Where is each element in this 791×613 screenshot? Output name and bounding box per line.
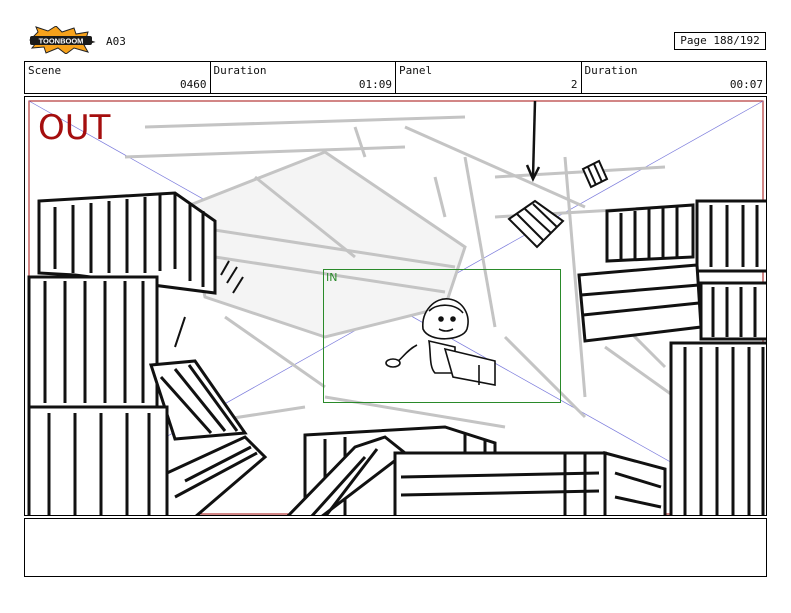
panel-value: 2 <box>570 78 578 91</box>
crate-stack-bottom <box>286 425 667 515</box>
panel-label: Panel <box>399 64 433 77</box>
out-frame-label: OUT <box>38 108 111 148</box>
scene-value: 0460 <box>180 78 207 91</box>
scene-cell: Scene 0460 <box>25 62 211 93</box>
in-frame: IN <box>323 269 561 403</box>
logo-burst-icon: TOONBOOM <box>29 25 96 55</box>
toonboom-logo: TOONBOOM <box>26 25 96 55</box>
scene-duration-value: 01:09 <box>358 78 392 91</box>
sheet-label: A03 <box>106 35 126 48</box>
panel-duration-label: Duration <box>584 64 638 77</box>
panel-duration-cell: Duration 00:07 <box>582 62 767 93</box>
scene-duration-cell: Duration 01:09 <box>211 62 396 93</box>
logo-text: TOONBOOM <box>39 37 84 46</box>
page-counter: Page 188/192 <box>674 32 766 50</box>
panel-duration-value: 00:07 <box>729 78 763 91</box>
scene-label: Scene <box>28 64 62 77</box>
falling-crate-small <box>581 159 609 189</box>
panel-info-row: Scene 0460 Duration 01:09 Panel 2 Durati… <box>24 61 767 94</box>
falling-crate <box>507 199 565 249</box>
in-frame-label: IN <box>326 271 338 284</box>
scene-duration-label: Duration <box>213 64 267 77</box>
storyboard-panel[interactable]: OUT IN <box>24 96 767 516</box>
panel-cell: Panel 2 <box>396 62 582 93</box>
panel-notes[interactable] <box>24 518 767 577</box>
motion-arrow <box>525 100 541 182</box>
